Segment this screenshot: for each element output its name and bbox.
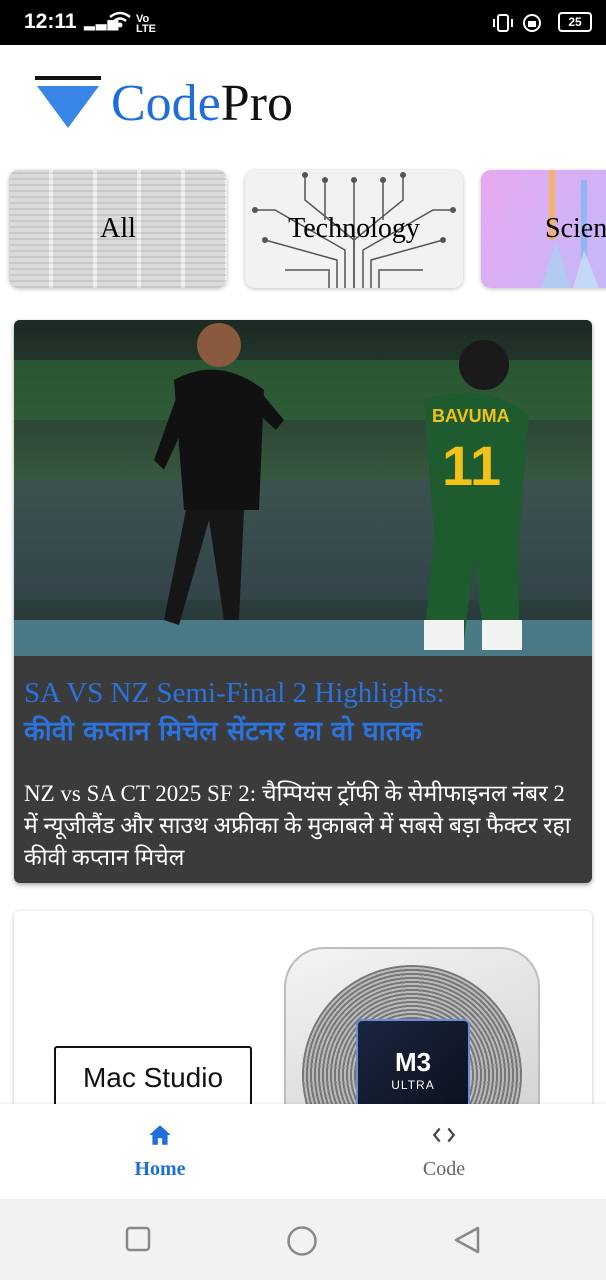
battery-icon: 25 xyxy=(558,12,592,32)
chip-text: M3 xyxy=(394,1047,432,1077)
jersey-name: BAVUMA xyxy=(432,406,510,426)
article-card[interactable]: BAVUMA 11 SA VS NZ Semi-Final 2 Highligh… xyxy=(14,320,592,883)
category-chip-technology[interactable]: Technology xyxy=(245,170,463,288)
brand-name: CodePro xyxy=(111,75,294,132)
nav-home[interactable]: Home xyxy=(90,1122,230,1181)
jersey-number: 11 xyxy=(442,434,501,497)
wifi-icon xyxy=(108,10,132,35)
volte-icon: Vo LTE xyxy=(136,13,156,35)
system-navigation-bar xyxy=(0,1199,606,1280)
app-logo[interactable]: CodePro xyxy=(35,72,355,142)
nav-code-label: Code xyxy=(422,1158,466,1180)
bottom-navigation: Home Code xyxy=(0,1104,606,1199)
mac-studio-image: M3 ULTRA xyxy=(284,947,540,1121)
category-label: Technology xyxy=(288,213,420,244)
status-time: 12:11 xyxy=(24,10,77,33)
status-bar: 12:11 ▂▃▅ Vo LTE 25 xyxy=(0,0,606,45)
nav-home-label: Home xyxy=(134,1158,186,1180)
category-chip-science[interactable]: Scien xyxy=(481,170,606,288)
home-icon xyxy=(90,1122,230,1158)
article-image: BAVUMA 11 xyxy=(14,320,592,656)
article-description: NZ vs SA CT 2025 SF 2: चैम्पियंस ट्रॉफी … xyxy=(24,781,571,870)
chip-subtext: ULTRA xyxy=(391,1078,435,1092)
category-chip-all[interactable]: All xyxy=(9,170,227,288)
article-card[interactable]: Mac Studio M3 ULTRA xyxy=(14,911,592,1121)
article-image-label: Mac Studio xyxy=(54,1046,252,1110)
category-carousel[interactable]: All Technology Scien xyxy=(0,168,606,292)
nav-code[interactable]: Code xyxy=(374,1122,514,1181)
back-icon[interactable] xyxy=(452,1225,482,1259)
category-label: All xyxy=(100,213,136,244)
code-icon xyxy=(374,1122,514,1158)
home-button-icon[interactable] xyxy=(286,1225,318,1261)
vibrate-icon xyxy=(492,12,544,39)
article-title[interactable]: SA VS NZ Semi-Final 2 Highlights: कीवी क… xyxy=(24,674,584,751)
category-label: Scien xyxy=(545,213,606,244)
logo-triangle-icon xyxy=(35,76,101,128)
recent-apps-icon[interactable] xyxy=(124,1225,152,1257)
